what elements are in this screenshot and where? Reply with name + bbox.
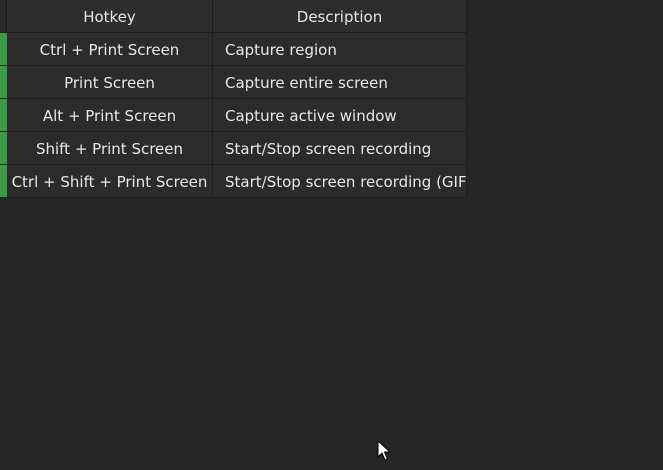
row-status-marker xyxy=(0,66,7,99)
row-status-marker xyxy=(0,33,7,66)
row-status-marker xyxy=(0,165,7,198)
hotkey-table: Hotkey Description Ctrl + Print Screen C… xyxy=(0,0,467,198)
hotkey-cell[interactable]: Alt + Print Screen xyxy=(7,99,213,132)
description-cell[interactable]: Start/Stop screen recording (GIF) xyxy=(213,165,467,198)
table-row[interactable]: Print Screen Capture entire screen xyxy=(0,66,467,99)
row-status-marker xyxy=(0,99,7,132)
table-row[interactable]: Alt + Print Screen Capture active window xyxy=(0,99,467,132)
header-row-marker xyxy=(0,0,7,33)
hotkey-cell[interactable]: Shift + Print Screen xyxy=(7,132,213,165)
hotkey-cell[interactable]: Ctrl + Shift + Print Screen xyxy=(7,165,213,198)
description-cell[interactable]: Start/Stop screen recording xyxy=(213,132,467,165)
mouse-pointer-icon xyxy=(377,440,391,461)
row-status-marker xyxy=(0,132,7,165)
description-cell[interactable]: Capture entire screen xyxy=(213,66,467,99)
hotkey-cell[interactable]: Ctrl + Print Screen xyxy=(7,33,213,66)
table-header: Hotkey Description xyxy=(0,0,467,33)
column-header-description[interactable]: Description xyxy=(213,0,467,33)
description-cell[interactable]: Capture region xyxy=(213,33,467,66)
table-row[interactable]: Ctrl + Print Screen Capture region xyxy=(0,33,467,66)
table-row[interactable]: Ctrl + Shift + Print Screen Start/Stop s… xyxy=(0,165,467,198)
hotkey-cell[interactable]: Print Screen xyxy=(7,66,213,99)
table-row[interactable]: Shift + Print Screen Start/Stop screen r… xyxy=(0,132,467,165)
column-header-hotkey[interactable]: Hotkey xyxy=(7,0,213,33)
description-cell[interactable]: Capture active window xyxy=(213,99,467,132)
hotkey-settings-view: Hotkey Description Ctrl + Print Screen C… xyxy=(0,0,663,470)
